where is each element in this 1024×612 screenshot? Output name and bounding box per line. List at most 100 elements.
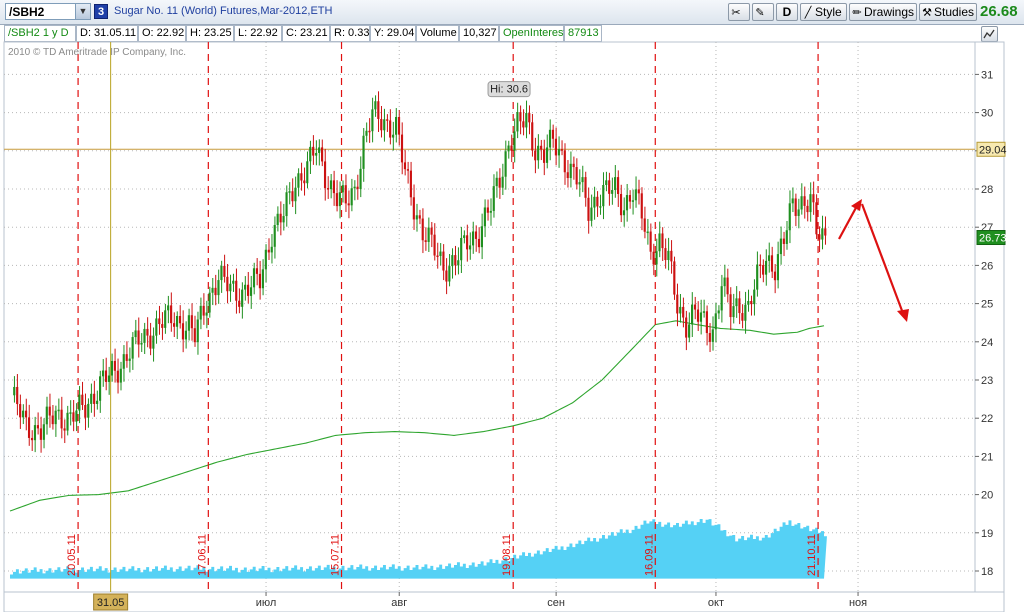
candle-body [770,255,774,272]
candle-body [128,358,131,361]
candle-body [131,337,134,359]
candle-body [353,186,356,189]
candle-body [347,203,350,206]
candle-body [202,305,205,316]
candle-body [36,425,39,429]
candle-body [113,360,116,371]
candle-body [788,203,791,231]
period-button[interactable]: D [776,3,798,21]
candle-body [190,315,193,329]
candle-body [803,196,806,206]
candle-body [714,313,717,330]
candle-body [368,130,371,133]
info-range: R: 0.33 [330,25,370,42]
candle-body [193,328,196,343]
candle-body [765,260,768,275]
symbol-dropdown-icon[interactable]: ▼ [75,4,90,19]
cursor-date-label: 31.05 [97,597,125,609]
forecast-arrow-down [860,203,906,317]
candle-body [504,151,507,177]
info-close: C: 23.21 [282,25,330,42]
drawings-button[interactable]: ✏ Drawings [849,3,917,21]
candle-body [486,207,489,213]
volume-histogram [10,519,827,579]
candle-body [750,300,753,305]
candle-body [170,305,173,324]
candle-body [211,287,214,293]
candle-body [693,304,697,310]
symbol-selector[interactable]: /SBH2 ▼ [5,3,91,20]
candle-body [161,324,164,328]
candle-body [244,284,247,290]
crosshair-icon: ✂ [731,7,741,19]
candle-body [696,309,700,322]
candle-body [134,330,137,338]
candle-body [631,200,634,202]
candle-body [625,195,629,211]
candle-body [522,121,525,128]
info-date: D: 31.05.11 [76,25,138,42]
time-tick-label: авг [391,597,407,609]
candle-body [821,228,824,240]
candle-body [785,230,788,244]
candle-body [596,196,599,207]
candle-body [30,437,34,441]
candle-body [738,298,741,314]
style-button[interactable]: ╱ Style [800,3,847,21]
candle-body [640,193,643,219]
candle-body [241,289,244,307]
studies-button[interactable]: ⚒ Studies [919,3,977,21]
time-tick-label: окт [708,597,724,609]
candle-body [350,188,353,206]
candle-body [332,180,335,194]
candle-body [321,147,324,162]
candle-body [57,409,60,412]
candle-body [335,193,338,207]
candle-body [726,277,729,295]
price-tick-label: 24 [981,337,993,349]
candle-body [13,386,16,396]
candle-body [306,161,309,184]
candle-body [264,249,267,270]
candle-body [815,202,818,235]
link-group-badge[interactable]: 3 [94,4,108,19]
candle-body [679,306,682,314]
candle-body [22,410,25,418]
candle-body [371,109,374,132]
crosshair-tool-button[interactable]: ✂ [728,3,750,21]
candle-body [602,184,605,207]
candle-body [471,231,475,246]
info-volume-label: Volume [416,25,459,42]
candle-body [341,185,344,193]
candle-body [670,250,673,262]
candle-body [477,238,481,248]
symbol-value: /SBH2 [9,5,45,19]
pan-tool-button[interactable]: ✎ [752,3,774,21]
price-tick-label: 25 [981,299,993,311]
forecast-arrowhead-up [851,199,862,211]
candle-body [702,311,705,313]
price-axis-area [974,41,1005,593]
candle-body [720,286,723,311]
candle-body [143,328,146,343]
candle-body [356,186,359,190]
candle-body [773,271,777,281]
chart-settings-button[interactable] [981,26,998,42]
candle-body [395,116,398,135]
candle-body [155,318,158,336]
candle-body [548,129,552,148]
info-low: L: 22.92 [234,25,282,42]
last-price: 26.68 [980,3,1018,20]
candle-body [338,192,341,207]
candle-body [152,335,155,349]
candle-body [116,370,119,383]
candle-body [608,180,611,194]
candle-body [276,213,279,226]
candle-body [96,400,99,404]
candle-body [16,386,19,405]
candle-body [33,425,37,441]
candle-body [27,417,31,438]
price-chart[interactable]: 18 19 20 21 22 23 24 25 26 27 28 29 30 31 июл авг сен окт… [0,0,1024,612]
candle-body [54,410,57,425]
forecast-arrow-up [838,203,859,240]
